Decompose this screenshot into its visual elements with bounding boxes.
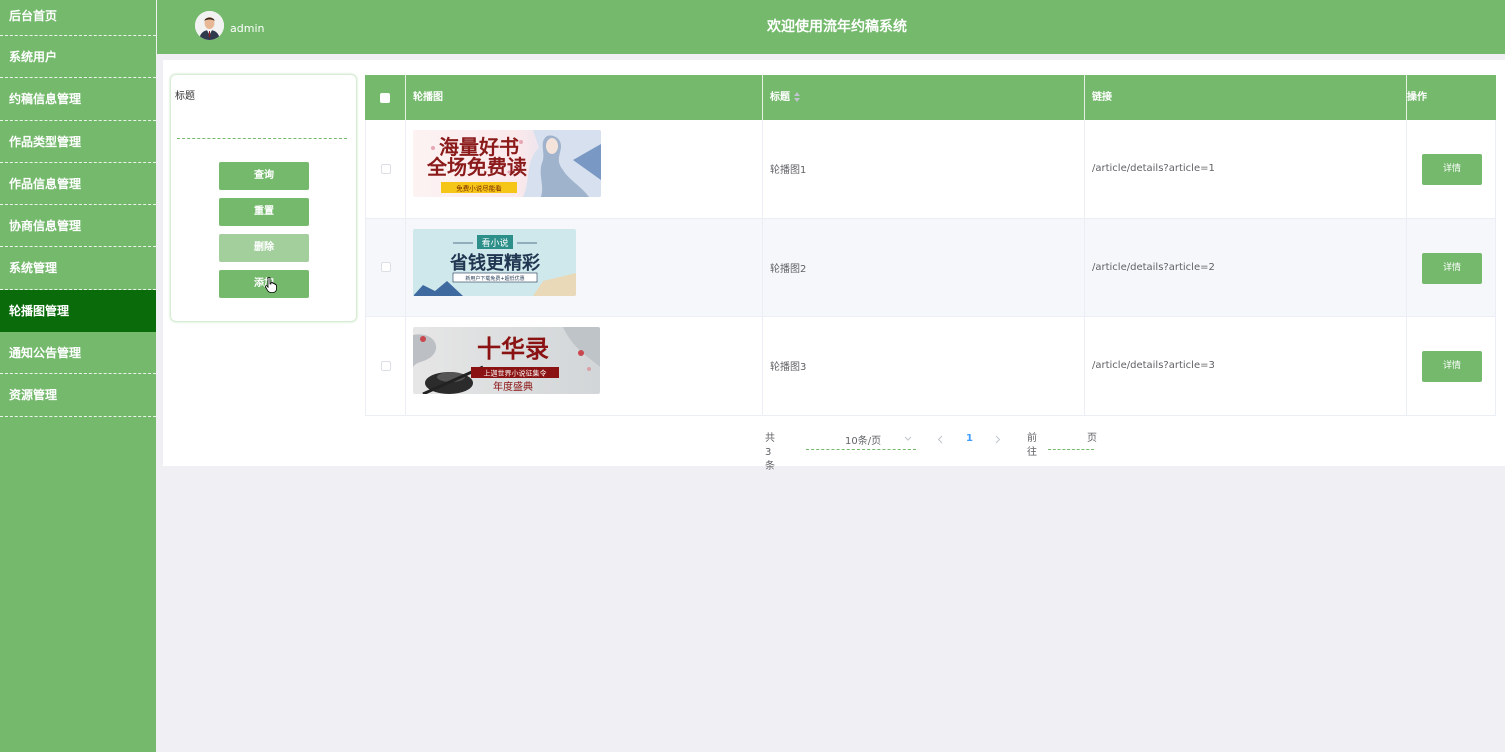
sidebar-item-notice[interactable]: 通知公告管理 bbox=[0, 332, 156, 375]
detail-button[interactable]: 详情 bbox=[1422, 154, 1482, 185]
row-link: /article/details?article=3 bbox=[1085, 317, 1407, 415]
detail-button[interactable]: 详情 bbox=[1422, 252, 1482, 284]
reset-button[interactable]: 重置 bbox=[219, 198, 309, 226]
banner-3-line1: 十华录 bbox=[477, 334, 549, 363]
banner-3-tag: 上迦世界小说征集令 bbox=[484, 369, 547, 378]
col-header-title-label: 标题 bbox=[770, 92, 790, 103]
col-header-op: 操作 bbox=[1407, 75, 1496, 120]
banner-2-line1: 省钱更精彩 bbox=[449, 252, 540, 274]
col-header-op-label: 操作 bbox=[1407, 92, 1427, 103]
banner-2-badge: 看小说 bbox=[481, 237, 508, 249]
banner-image[interactable]: 海量好书 全场免费读 免费小说尽能看 bbox=[413, 130, 601, 197]
row-link: /article/details?article=2 bbox=[1085, 218, 1407, 316]
sidebar-item-negotiation[interactable]: 协商信息管理 bbox=[0, 205, 156, 248]
sidebar-item-users[interactable]: 系统用户 bbox=[0, 36, 156, 79]
page-size-select[interactable]: 10条/页 bbox=[806, 430, 916, 450]
carousel-table: 轮播图 标题 链接 操作 海量好书 全场免费读 免费小说尽能看 轮播图1 /ar… bbox=[365, 75, 1496, 416]
search-panel: 标题 查询 重置 删除 添加 bbox=[170, 74, 357, 322]
search-title-label: 标题 bbox=[175, 91, 195, 102]
sidebar-item-system[interactable]: 系统管理 bbox=[0, 247, 156, 290]
row-checkbox[interactable] bbox=[380, 360, 391, 371]
banner-cell: 十华录 上迦世界小说征集令 年度盛典 bbox=[406, 317, 763, 415]
page-size-value: 10条/页 bbox=[845, 436, 882, 447]
add-button[interactable]: 添加 bbox=[219, 270, 309, 298]
sidebar-item-work-type[interactable]: 作品类型管理 bbox=[0, 121, 156, 163]
row-check-cell bbox=[365, 120, 406, 218]
col-header-title[interactable]: 标题 bbox=[763, 75, 1085, 120]
delete-button[interactable]: 删除 bbox=[219, 234, 309, 262]
banner-3-line2: 年度盛典 bbox=[493, 380, 533, 393]
search-title-input[interactable] bbox=[177, 115, 347, 139]
query-button[interactable]: 查询 bbox=[219, 162, 309, 190]
row-checkbox[interactable] bbox=[380, 163, 391, 174]
banner-cell: 看小说 省钱更精彩 新用户下载免费+超低优惠 bbox=[406, 218, 763, 316]
banner-2-tag: 新用户下载免费+超低优惠 bbox=[465, 275, 524, 282]
sort-icon[interactable] bbox=[794, 92, 800, 102]
banner-image[interactable]: 看小说 省钱更精彩 新用户下载免费+超低优惠 bbox=[413, 228, 576, 296]
goto-suffix: 页 bbox=[1087, 433, 1097, 444]
next-page-icon[interactable] bbox=[995, 435, 1001, 444]
select-all-checkbox[interactable] bbox=[380, 92, 390, 103]
row-link: /article/details?article=1 bbox=[1085, 120, 1407, 218]
row-title: 轮播图1 bbox=[763, 120, 1085, 218]
row-title: 轮播图2 bbox=[763, 218, 1085, 316]
sidebar-item-carousel[interactable]: 轮播图管理 bbox=[0, 289, 156, 333]
sidebar-item-resources[interactable]: 资源管理 bbox=[0, 374, 156, 417]
page-number-current[interactable]: 1 bbox=[966, 432, 973, 446]
pagination-total: 共 3 条 bbox=[765, 433, 775, 472]
sidebar-item-home[interactable]: 后台首页 bbox=[0, 0, 156, 36]
detail-button[interactable]: 详情 bbox=[1422, 351, 1482, 382]
chevron-down-icon bbox=[904, 436, 912, 441]
goto-label: 前往 bbox=[1027, 433, 1037, 458]
prev-page-icon[interactable] bbox=[937, 435, 943, 444]
row-checkbox[interactable] bbox=[380, 262, 391, 273]
page-title: 欢迎使用流年约稿系统 bbox=[767, 19, 907, 35]
row-check-cell bbox=[365, 218, 406, 316]
hand-cursor-icon bbox=[265, 277, 277, 293]
sidebar-item-commission[interactable]: 约稿信息管理 bbox=[0, 78, 156, 121]
top-header: admin 欢迎使用流年约稿系统 bbox=[157, 0, 1505, 54]
banner-1-tag: 免费小说尽能看 bbox=[456, 184, 502, 193]
table-row: 十华录 上迦世界小说征集令 年度盛典 轮播图3 /article/details… bbox=[365, 317, 1496, 416]
sidebar: 后台首页 系统用户 约稿信息管理 作品类型管理 作品信息管理 协商信息管理 系统… bbox=[0, 0, 156, 752]
col-header-image: 轮播图 bbox=[406, 75, 763, 120]
row-check-cell bbox=[365, 317, 406, 415]
col-header-link: 链接 bbox=[1085, 75, 1407, 120]
row-title: 轮播图3 bbox=[763, 317, 1085, 415]
banner-1-line2: 全场免费读 bbox=[426, 155, 527, 179]
banner-image[interactable]: 十华录 上迦世界小说征集令 年度盛典 bbox=[413, 327, 600, 394]
sidebar-item-works[interactable]: 作品信息管理 bbox=[0, 163, 156, 206]
banner-cell: 海量好书 全场免费读 免费小说尽能看 bbox=[406, 120, 763, 218]
select-all-cell bbox=[365, 75, 406, 120]
table-row: 海量好书 全场免费读 免费小说尽能看 轮播图1 /article/details… bbox=[365, 120, 1496, 219]
table-header: 轮播图 标题 链接 操作 bbox=[365, 75, 1496, 120]
table-row: 看小说 省钱更精彩 新用户下载免费+超低优惠 轮播图2 /article/det… bbox=[365, 218, 1496, 317]
